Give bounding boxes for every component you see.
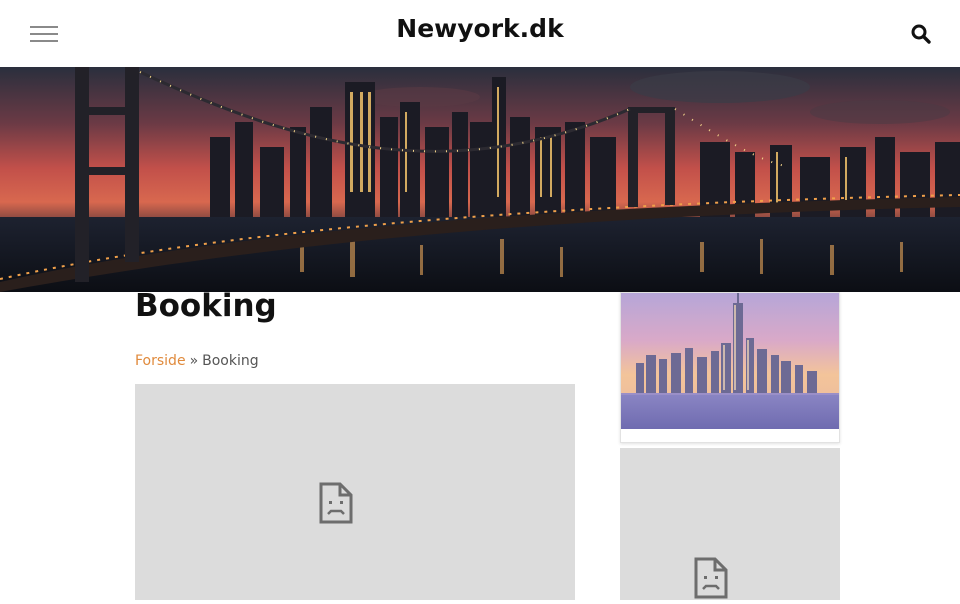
page-title: Booking xyxy=(135,288,277,324)
sidebar-image-card[interactable] xyxy=(620,292,840,443)
broken-document-icon xyxy=(693,556,729,600)
broken-document-icon xyxy=(318,481,354,525)
breadcrumb-home-link[interactable]: Forside xyxy=(135,353,186,369)
site-header: Newyork.dk xyxy=(0,0,960,67)
hero-banner-image xyxy=(0,67,960,292)
breadcrumb-current: Booking xyxy=(202,353,259,369)
site-title-link[interactable]: Newyork.dk xyxy=(396,14,563,43)
site-title: Newyork.dk xyxy=(0,14,960,43)
hamburger-menu-icon[interactable] xyxy=(30,26,58,44)
sidebar-embed-frame[interactable] xyxy=(620,448,840,600)
search-icon[interactable] xyxy=(910,23,932,45)
booking-embed-frame[interactable] xyxy=(135,384,575,600)
breadcrumb: Forside» Booking xyxy=(135,353,259,369)
breadcrumb-separator: » xyxy=(189,353,199,369)
manhattan-skyline-photo xyxy=(621,293,839,429)
